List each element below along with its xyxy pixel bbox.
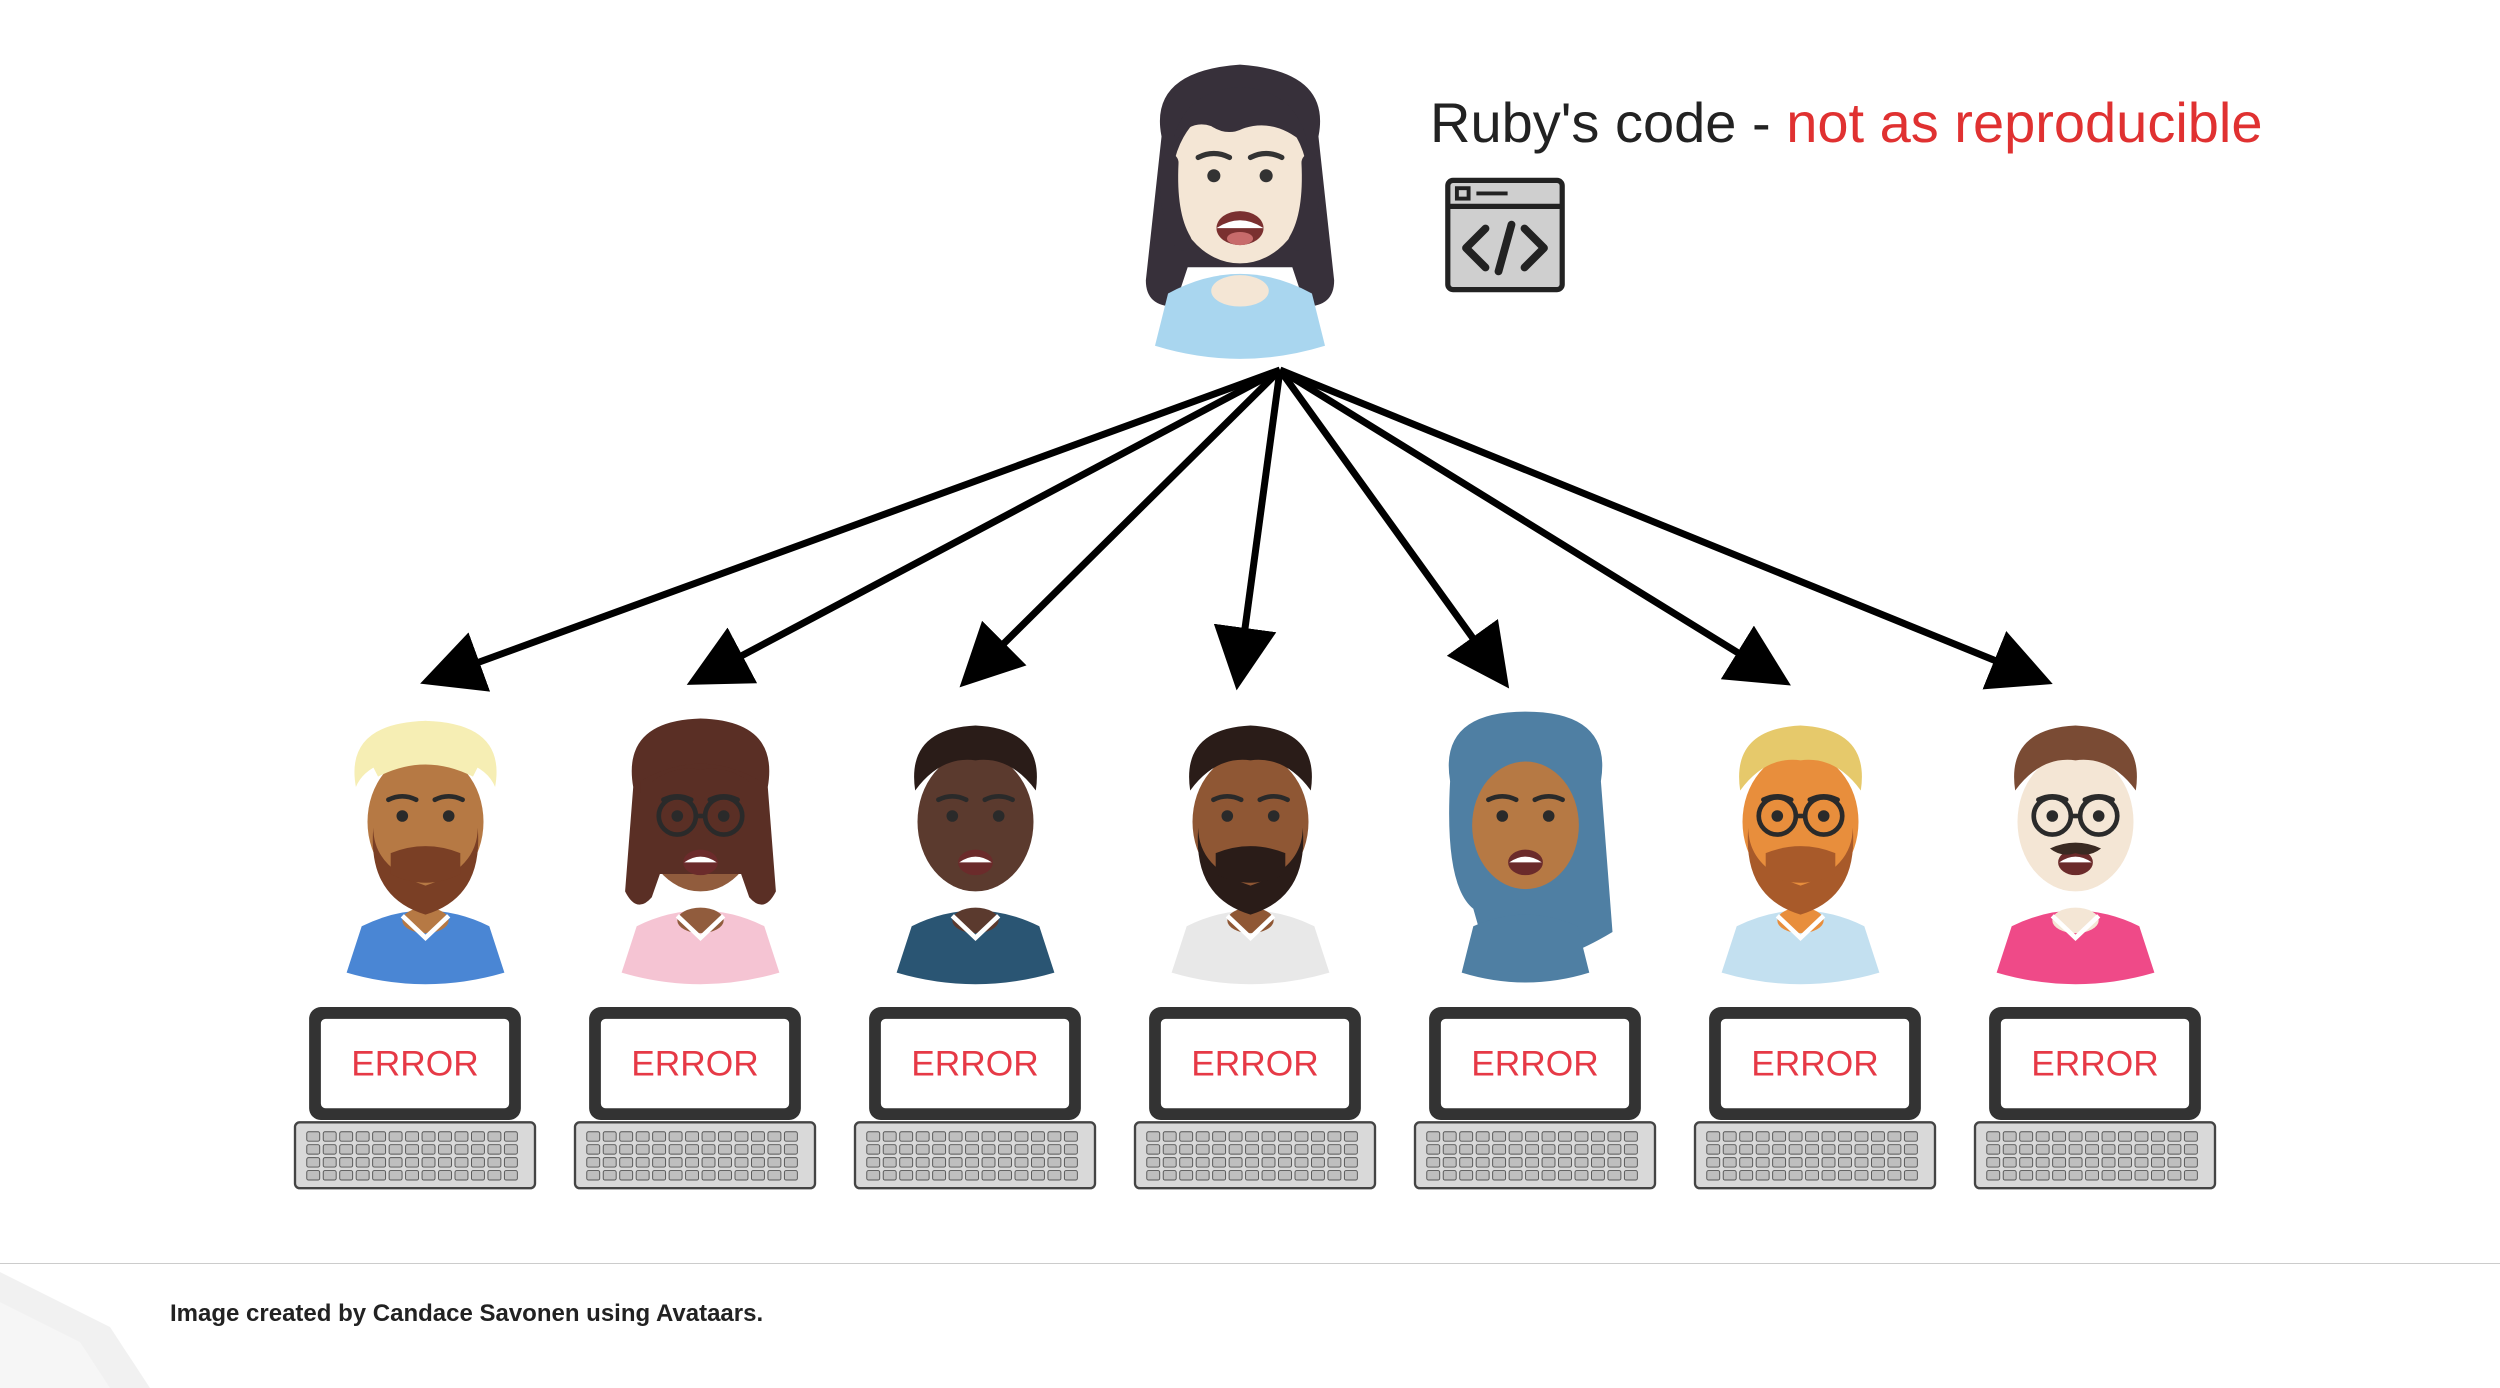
laptop-error: ERROR [1410,1000,1660,1200]
laptop-error: ERROR [1130,1000,1380,1200]
svg-text:ERROR: ERROR [1751,1044,1878,1083]
laptops-row: ERROR ERROR ERROR ERROR ERROR ERROR ER [290,1000,2220,1200]
person-avatar [1675,700,1925,990]
person-avatar [1400,700,1650,990]
svg-text:ERROR: ERROR [2031,1044,2158,1083]
person-avatar [1125,700,1375,990]
laptop-error: ERROR [1690,1000,1940,1200]
ruby-avatar [1095,45,1385,390]
ruby-svg [1095,45,1385,385]
svg-text:ERROR: ERROR [911,1044,1038,1083]
laptop-error: ERROR [570,1000,820,1200]
laptop-error: ERROR [290,1000,540,1200]
corner-decoration [0,1272,150,1388]
laptop-error: ERROR [850,1000,1100,1200]
persons-row [300,700,2200,990]
person-avatar [850,700,1100,990]
svg-text:ERROR: ERROR [631,1044,758,1083]
title: Ruby's code - not as reproducible [1430,90,2263,155]
svg-text:ERROR: ERROR [1471,1044,1598,1083]
person-avatar [1950,700,2200,990]
footer-divider [0,1263,2500,1264]
attribution: Image created by Candace Savonen using A… [170,1300,763,1328]
laptop-error: ERROR [1970,1000,2220,1200]
title-prefix: Ruby's code - [1430,91,1786,154]
person-avatar [575,700,825,990]
person-avatar [300,700,550,990]
code-icon [1440,170,1570,300]
diagram-stage: Ruby's code - not as reproducible [0,0,2500,1388]
svg-text:ERROR: ERROR [1191,1044,1318,1083]
title-emphasis: not as reproducible [1786,91,2262,154]
svg-text:ERROR: ERROR [351,1044,478,1083]
